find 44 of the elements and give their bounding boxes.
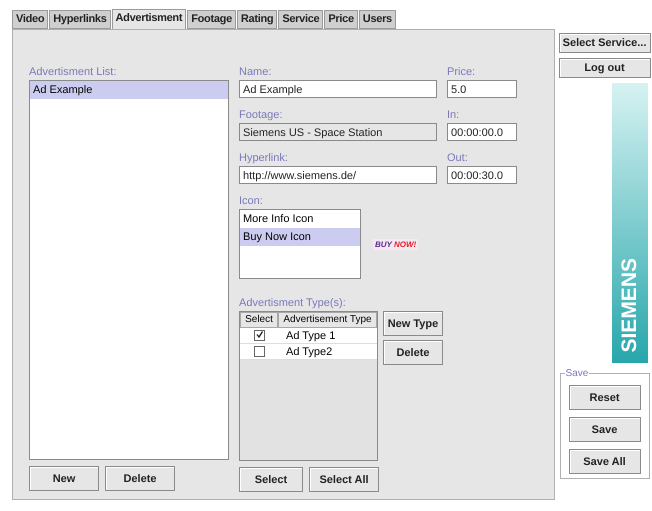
delete-button[interactable]: Delete [105, 466, 175, 491]
table-label: Advertisment Type(s): [239, 297, 347, 310]
tab[interactable]: Price [324, 10, 358, 29]
delete-button[interactable]: Delete [383, 340, 443, 365]
table-cell-text: Ad Type 1 [285, 330, 336, 342]
group-title: Save [564, 368, 590, 379]
log-out-button[interactable]: Log out [558, 58, 650, 78]
column-header: Select [240, 312, 278, 328]
list-item[interactable]: Ad Example [30, 81, 228, 99]
input-field[interactable]: 00:00:30.0 [447, 166, 517, 184]
field-label: Name: [239, 66, 272, 79]
logo: SIEMENS [619, 258, 641, 353]
tab[interactable]: Service [278, 10, 324, 29]
save-all-button[interactable]: Save All [568, 449, 640, 474]
buy-now-icon: BUY NOW! [373, 238, 418, 250]
field-label: Footage: [239, 109, 284, 122]
input-field[interactable]: 5.0 [447, 80, 517, 98]
tab[interactable]: Users [358, 10, 396, 29]
input-field[interactable]: http://www.siemens.de/ [239, 166, 437, 184]
tab[interactable]: Footage [187, 10, 236, 29]
field-label: Icon: [239, 195, 264, 208]
tab[interactable]: Video [12, 10, 48, 29]
column-header: Advertisement Type [278, 312, 377, 328]
list-item[interactable]: Buy Now Icon [240, 228, 360, 246]
tab[interactable]: Rating [236, 10, 278, 29]
checkbox[interactable] [254, 346, 264, 357]
select-all-button[interactable]: Select All [309, 467, 379, 492]
reset-button[interactable]: Reset [568, 385, 640, 410]
field-label: Hyperlink: [239, 152, 289, 165]
tab[interactable]: Advertisment [112, 9, 186, 29]
new-button[interactable]: New [29, 466, 99, 491]
table-cell-text: Ad Type2 [285, 346, 334, 358]
checkbox[interactable] [254, 330, 264, 341]
field-label: In: [447, 109, 460, 122]
list-label: Advertisment List: [29, 66, 118, 79]
input-field[interactable]: Ad Example [239, 80, 437, 98]
save-button[interactable]: Save [568, 417, 640, 442]
field-label: Out: [447, 152, 469, 165]
new-type-button[interactable]: New Type [383, 311, 443, 336]
input-field[interactable]: 00:00:00.0 [447, 123, 517, 141]
select-button[interactable]: Select [239, 467, 303, 492]
select-service-button[interactable]: Select Service... [558, 33, 650, 53]
tab[interactable]: Hyperlinks [49, 10, 111, 29]
field-label: Price: [447, 66, 476, 79]
